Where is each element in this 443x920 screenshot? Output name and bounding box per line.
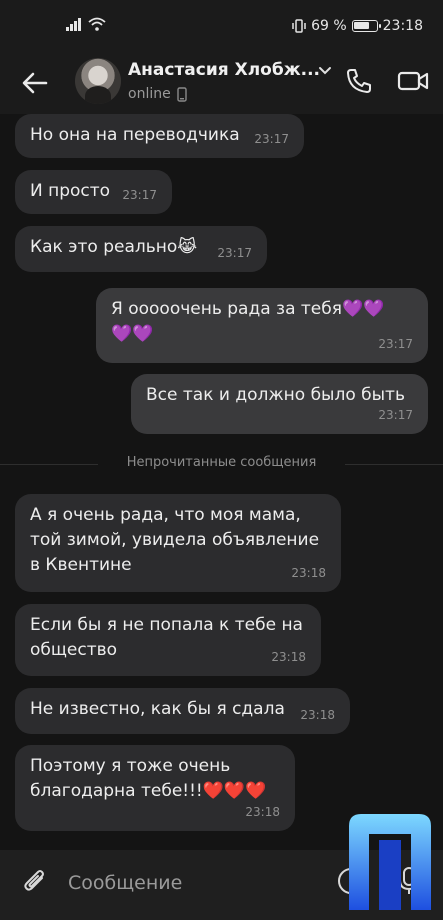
crying-cat-emoji: 😹 [177, 237, 198, 257]
message-text-line: той зимой, увидела объявление [30, 530, 320, 550]
chevron-down-icon[interactable] [318, 66, 332, 76]
message-time: 23:17 [378, 337, 413, 351]
message-text-content: благодарна тебе!!! [30, 781, 203, 801]
red-heart-emoji: ❤️ [245, 781, 267, 801]
message-text: Все так и должно было быть [146, 385, 405, 405]
purple-heart-emoji: 💜 [363, 299, 385, 319]
message-text: Но она на переводчика [30, 125, 240, 145]
signal-icon [66, 18, 81, 31]
message-text-content: Не известно, как бы я сдала [30, 699, 285, 719]
message-bubble[interactable]: Как это реально😹 23:17 [15, 226, 267, 272]
message-text-line: благодарна тебе!!!❤️❤️❤️ [30, 779, 280, 804]
call-button[interactable] [342, 64, 376, 98]
message-bubble-outgoing[interactable]: Я ооооочень рада за тебя💜💜 💜💜 23:17 [96, 288, 428, 363]
message-time: 23:18 [291, 566, 326, 580]
message-text-line: 💜💜 [111, 322, 413, 347]
message-time: 23:17 [378, 408, 413, 422]
message-time: 23:18 [300, 708, 335, 722]
message-bubble[interactable]: И просто 23:17 [15, 170, 172, 214]
purple-heart-emoji: 💜 [341, 299, 364, 319]
status-bar: 69 % 23:18 [0, 0, 443, 52]
chat-header: Анастасия Хлобж... online [0, 52, 443, 114]
battery-icon [351, 20, 381, 32]
status-right-group: 69 % 23:18 [292, 18, 423, 34]
back-button[interactable] [18, 66, 52, 100]
message-text: Не известно, как бы я сдала [30, 697, 335, 722]
avatar[interactable] [75, 58, 121, 104]
mobile-device-icon [177, 86, 187, 102]
red-heart-emoji: ❤️ [202, 781, 224, 801]
phone-icon [347, 69, 371, 93]
message-text-line: А я очень рада, что моя мама, [30, 505, 301, 525]
message-bubble[interactable]: А я очень рада, что моя мама, той зимой,… [15, 494, 341, 592]
unread-divider: Непрочитанные сообщения [0, 454, 443, 474]
video-camera-icon [397, 71, 429, 91]
message-bubble-outgoing[interactable]: Все так и должно было быть 23:17 [131, 374, 428, 434]
message-time: 23:17 [122, 188, 157, 202]
message-time: 23:17 [254, 132, 289, 146]
message-text-content: Как это реально [30, 237, 178, 257]
contact-name[interactable]: Анастасия Хлобж... [128, 60, 320, 80]
message-text-line: Поэтому я тоже очень [30, 756, 231, 776]
status-time: 23:18 [382, 18, 423, 34]
message-time: 23:17 [217, 246, 252, 260]
contact-status: online [128, 86, 187, 102]
message-bubble[interactable]: Не известно, как бы я сдала 23:18 [15, 688, 350, 734]
red-heart-emoji: ❤️ [223, 781, 246, 801]
attach-button[interactable] [18, 864, 52, 898]
wifi-icon [88, 17, 106, 31]
message-text: Я ооооочень рада за тебя💜💜 [111, 297, 413, 322]
back-arrow-icon [22, 72, 48, 94]
battery-percent: 69 % [311, 18, 347, 34]
message-bubble[interactable]: Поэтому я тоже очень благодарна тебе!!!❤… [15, 745, 295, 831]
vibrate-icon [292, 19, 306, 33]
video-call-button[interactable] [396, 64, 430, 98]
message-bubble[interactable]: Если бы я не попала к тебе на общество 2… [15, 604, 321, 676]
status-left-group [66, 17, 106, 31]
message-text-line: общество [30, 640, 118, 660]
message-bubble[interactable]: Но она на переводчика 23:17 [15, 114, 304, 158]
message-text-content: Я ооооочень рада за тебя [111, 299, 342, 319]
message-text-line: в Квентине [30, 555, 132, 575]
paperclip-icon [24, 870, 44, 891]
message-time: 23:18 [271, 650, 306, 664]
purple-heart-emoji: 💜 [132, 324, 154, 344]
message-text-line: Если бы я не попала к тебе на [30, 615, 303, 635]
message-input[interactable] [68, 868, 318, 898]
purple-heart-emoji: 💜 [111, 324, 133, 344]
unread-divider-label: Непрочитанные сообщения [126, 455, 317, 470]
message-time: 23:18 [245, 805, 280, 819]
contact-status-label: online [128, 86, 171, 102]
watermark-logo [349, 814, 431, 910]
